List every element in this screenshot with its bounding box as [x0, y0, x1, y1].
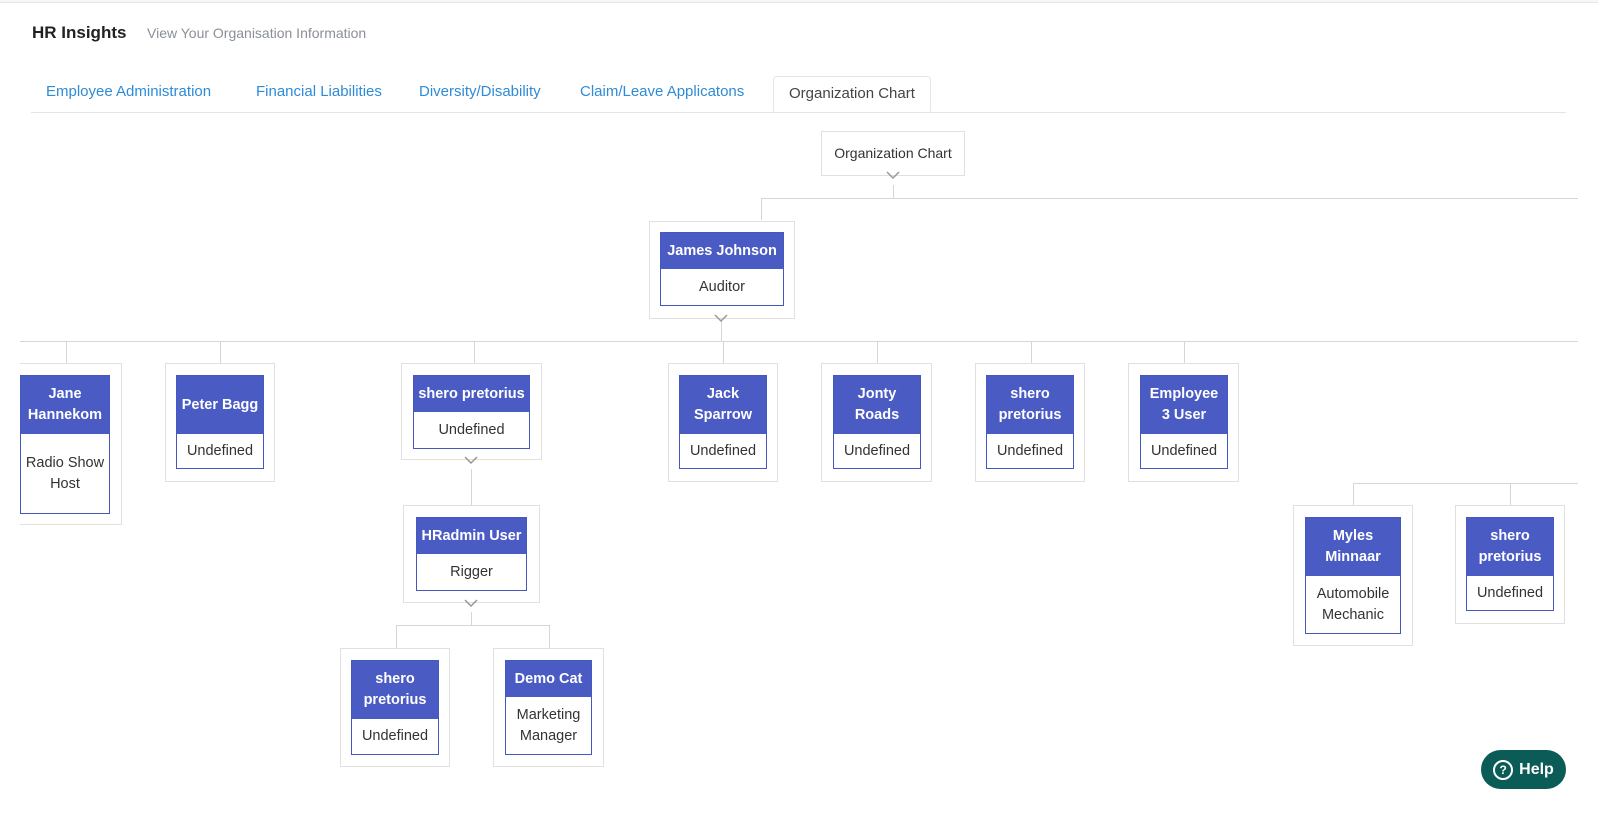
- chevron-down-icon[interactable]: [714, 314, 728, 322]
- tab-diversity-disability[interactable]: Diversity/Disability: [419, 76, 541, 112]
- node-role: Undefined: [996, 442, 1064, 459]
- connector-line: [66, 341, 67, 363]
- help-label: Help: [1519, 760, 1554, 778]
- connector-line: [549, 625, 550, 648]
- node-name: shero pretorius: [987, 376, 1073, 434]
- node-role: Undefined: [689, 442, 757, 459]
- connector-line: [1031, 341, 1032, 363]
- node-name: Jack Sparrow: [680, 376, 766, 434]
- connector-line: [474, 341, 475, 363]
- connector-line: [20, 341, 1578, 342]
- help-button[interactable]: ? Help: [1481, 750, 1566, 789]
- org-node-jack-sparrow[interactable]: Jack Sparrow Undefined: [679, 375, 767, 469]
- node-role: Radio Show Host: [25, 454, 105, 492]
- org-node-peter-bagg[interactable]: Peter Bagg Undefined: [176, 375, 264, 469]
- tab-employee-administration[interactable]: Employee Administration: [46, 76, 211, 112]
- app-header: HR Insights View Your Organisation Infor…: [0, 2, 1598, 63]
- node-role: Undefined: [361, 728, 429, 744]
- connector-line: [1184, 341, 1185, 363]
- connector-line: [1353, 483, 1578, 484]
- node-role: Automobile Mechanic: [1316, 585, 1390, 623]
- node-role: Undefined: [1476, 584, 1544, 601]
- connector-line: [396, 625, 550, 626]
- node-name: shero pretorius: [1467, 518, 1553, 576]
- org-node-shero-pretorius[interactable]: shero pretorius Undefined: [413, 375, 530, 449]
- node-name: HRadmin User: [417, 518, 526, 554]
- node-role: Auditor: [699, 278, 745, 295]
- node-name: Jonty Roads: [834, 376, 920, 434]
- org-node-myles-minnaar[interactable]: Myles Minnaar Automobile Mechanic: [1305, 517, 1401, 634]
- connector-line: [471, 469, 472, 505]
- org-node-jonty-roads[interactable]: Jonty Roads Undefined: [833, 375, 921, 469]
- org-node-shero-pretorius[interactable]: shero pretorius Undefined: [1466, 517, 1554, 611]
- chevron-down-icon[interactable]: [464, 599, 478, 607]
- tab-claim-leave-applications[interactable]: Claim/Leave Applicatons: [580, 76, 744, 112]
- node-name: James Johnson: [661, 233, 783, 269]
- connector-line: [723, 341, 724, 363]
- connector-line: [1353, 483, 1354, 505]
- question-circle-icon: ?: [1493, 759, 1514, 780]
- connector-line: [721, 320, 722, 341]
- node-role: Undefined: [1150, 442, 1218, 459]
- org-node-jane-hannekom[interactable]: Jane Hannekom Radio Show Host: [20, 375, 110, 514]
- node-name: shero pretorius: [352, 661, 438, 719]
- org-node-james-johnson[interactable]: James Johnson Auditor: [660, 232, 784, 306]
- node-role: Undefined: [438, 421, 505, 438]
- node-role: Rigger: [450, 563, 493, 580]
- org-chart: Organization Chart James Johnson Auditor…: [20, 115, 1578, 825]
- tab-organization-chart[interactable]: Organization Chart: [773, 76, 931, 112]
- node-role: Marketing Manager: [516, 706, 581, 744]
- node-role: Undefined: [186, 442, 254, 459]
- connector-line: [761, 198, 762, 220]
- app-subtitle: View Your Organisation Information: [147, 25, 367, 41]
- chevron-down-icon[interactable]: [886, 171, 900, 179]
- tab-bar: Employee Administration Financial Liabil…: [31, 76, 1566, 113]
- node-name: Peter Bagg: [177, 376, 263, 434]
- node-name: Employee 3 User: [1141, 376, 1227, 434]
- org-node-shero-pretorius[interactable]: shero pretorius Undefined: [986, 375, 1074, 469]
- org-node-demo-cat[interactable]: Demo Cat Marketing Manager: [505, 660, 592, 755]
- node-name: Jane Hannekom: [21, 376, 109, 434]
- connector-line: [877, 341, 878, 363]
- connector-line: [396, 625, 397, 648]
- connector-line: [1510, 483, 1511, 505]
- connector-line: [893, 185, 894, 199]
- connector-line: [220, 341, 221, 363]
- tab-financial-liabilities[interactable]: Financial Liabilities: [256, 76, 382, 112]
- connector-line: [471, 612, 472, 625]
- org-node-shero-pretorius[interactable]: shero pretorius Undefined: [351, 660, 439, 755]
- node-name: Myles Minnaar: [1306, 518, 1400, 576]
- node-name: shero pretorius: [414, 376, 529, 412]
- connector-line: [761, 198, 1578, 199]
- org-node-employee-3-user[interactable]: Employee 3 User Undefined: [1140, 375, 1228, 469]
- node-role: Undefined: [843, 442, 911, 459]
- app-title: HR Insights: [32, 23, 127, 42]
- org-node-hradmin-user[interactable]: HRadmin User Rigger: [416, 517, 527, 591]
- chevron-down-icon[interactable]: [464, 456, 478, 464]
- org-chart-root[interactable]: Organization Chart: [821, 131, 965, 176]
- node-name: Demo Cat: [506, 661, 591, 697]
